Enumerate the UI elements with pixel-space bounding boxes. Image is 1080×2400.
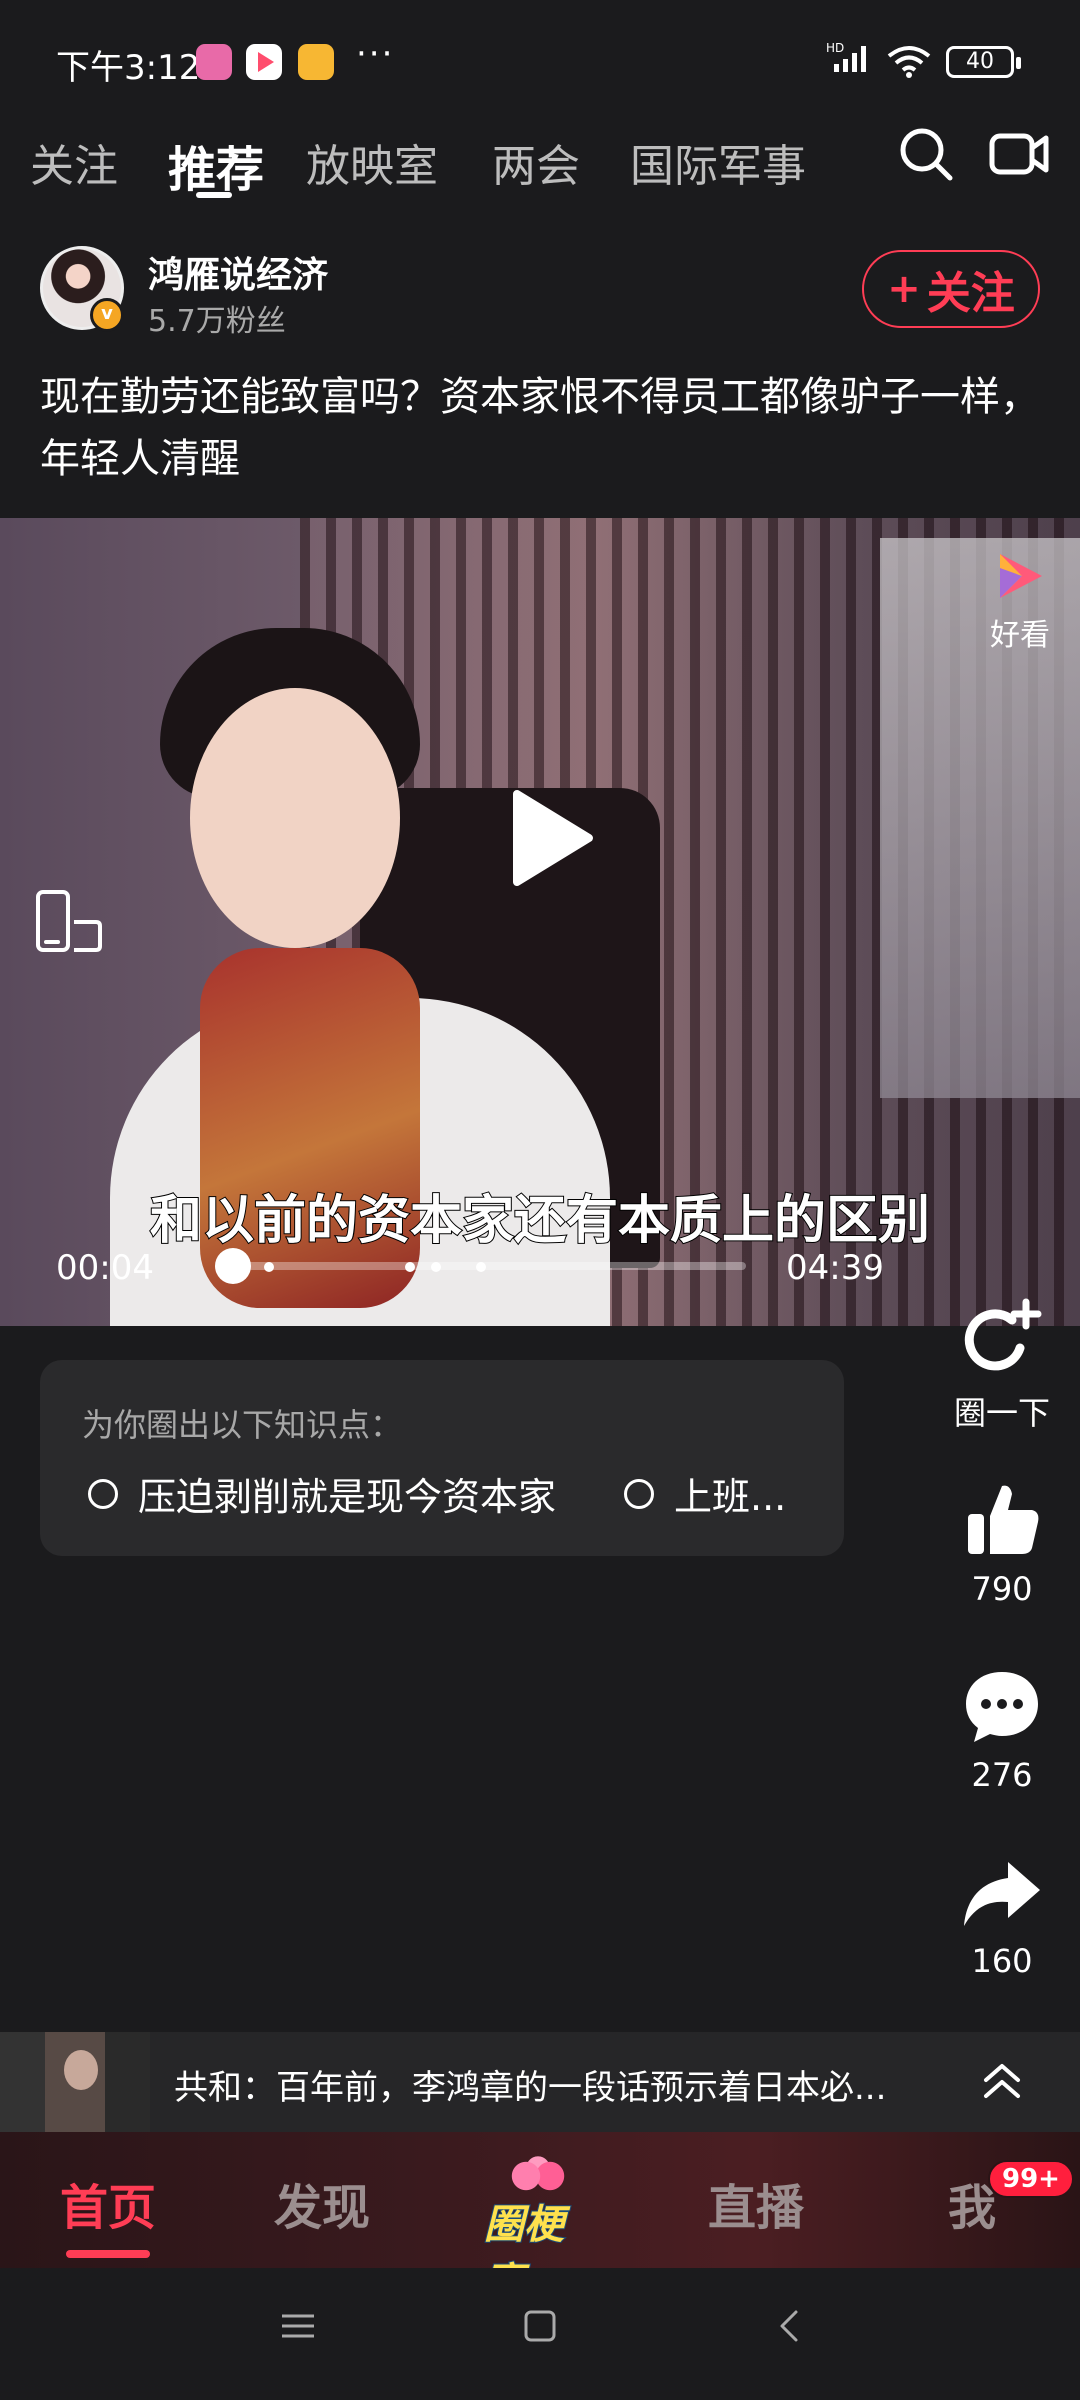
chapter-marker[interactable] — [405, 1262, 415, 1272]
like-count: 790 — [971, 1570, 1033, 1608]
related-video-bar[interactable]: 共和：百年前，李鸿章的一段话预示着日本必... — [0, 2032, 1080, 2132]
follow-button-label: 关注 — [926, 268, 1015, 319]
tab-international-military[interactable]: 国际军事 — [630, 130, 806, 194]
signal-icon: HD — [826, 40, 878, 80]
back-icon[interactable] — [772, 2308, 808, 2348]
knowledge-point-label: 上班... — [674, 1475, 787, 1519]
nav-discover[interactable]: 发现 — [274, 2168, 370, 2238]
chapter-marker[interactable] — [264, 1262, 274, 1272]
video-subtitle: 和以前的资本家还有本质上的区别 — [149, 1190, 931, 1252]
home-icon[interactable] — [522, 2308, 558, 2348]
status-time: 下午3:12 — [56, 48, 201, 88]
haokan-logo: 好看 — [990, 548, 1050, 654]
nav-home[interactable]: 首页 — [60, 2168, 156, 2238]
expand-up-icon[interactable] — [980, 2056, 1024, 2112]
app-notification-icon — [196, 44, 232, 80]
author-name[interactable]: 鸿雁说经济 — [148, 246, 328, 298]
video-camera-icon[interactable] — [988, 124, 1050, 188]
knowledge-point[interactable]: 压迫剥削就是现今资本家 — [88, 1466, 556, 1521]
nav-meme-contest[interactable]: 圈梗赛 — [478, 2152, 598, 2307]
video-frame-face — [190, 688, 400, 948]
author-fans-count: 5.7万粉丝 — [148, 304, 286, 339]
haokan-logo-label: 好看 — [990, 618, 1050, 653]
like-button[interactable]: 790 — [940, 1480, 1064, 1608]
progress-knob[interactable] — [215, 1248, 252, 1284]
tab-follow[interactable]: 关注 — [30, 130, 118, 194]
flower-icon — [508, 2156, 568, 2196]
circle-action-button[interactable]: 圈一下 — [940, 1298, 1064, 1434]
video-app-icon — [246, 44, 282, 80]
related-video-title: 共和：百年前，李鸿章的一段话预示着日本必... — [174, 2068, 887, 2108]
notification-badge: 99+ — [988, 2160, 1074, 2198]
search-icon[interactable] — [896, 124, 956, 188]
comment-count: 276 — [971, 1756, 1033, 1794]
comment-icon — [966, 1672, 1038, 1742]
top-tab-bar: 关注 推荐 放映室 两会 国际军事 — [0, 120, 1080, 216]
comment-button[interactable]: 276 — [940, 1666, 1064, 1794]
share-button[interactable]: 160 — [940, 1856, 1064, 1980]
knowledge-points-card: 为你圈出以下知识点： 压迫剥削就是现今资本家 上班... — [40, 1360, 844, 1556]
nav-live[interactable]: 直播 — [708, 2168, 804, 2238]
share-icon — [964, 1862, 1040, 1926]
wifi-icon — [886, 44, 932, 82]
post-title[interactable]: 现在勤劳还能致富吗？资本家恨不得员工都像驴子一样，年轻人清醒 — [40, 366, 1040, 490]
knowledge-header: 为你圈出以下知识点： — [82, 1406, 403, 1444]
menu-icon[interactable] — [280, 2308, 316, 2348]
progress-track[interactable] — [226, 1262, 746, 1270]
system-navigation-bar — [0, 2268, 1080, 2400]
follow-button[interactable]: + 关注 — [862, 250, 1040, 328]
circle-refresh-icon — [964, 1298, 1042, 1371]
circle-icon — [624, 1478, 654, 1509]
circle-icon — [88, 1478, 118, 1509]
nav-active-indicator — [66, 2250, 150, 2258]
tab-two-sessions[interactable]: 两会 — [492, 130, 580, 194]
chapter-marker[interactable] — [476, 1262, 486, 1272]
network-type: HD — [826, 41, 844, 55]
active-tab-indicator — [196, 192, 232, 198]
video-player[interactable]: 好看 和以前的资本家还有本质上的区别 00:04 04:39 — [0, 518, 1080, 1326]
message-app-icon — [298, 44, 334, 80]
tab-cinema[interactable]: 放映室 — [306, 130, 438, 194]
related-video-thumbnail — [0, 2032, 150, 2132]
tab-recommend[interactable]: 推荐 — [168, 130, 264, 200]
current-time: 00:04 — [56, 1248, 154, 1288]
battery-icon: 40 — [946, 46, 1021, 78]
rotate-screen-icon[interactable] — [34, 888, 104, 962]
verified-badge-icon: v — [90, 298, 124, 332]
knowledge-point-label: 压迫剥削就是现今资本家 — [138, 1475, 557, 1519]
total-time: 04:39 — [786, 1248, 884, 1288]
knowledge-point[interactable]: 上班... — [624, 1466, 786, 1521]
plus-icon: + — [887, 266, 921, 312]
more-notifications-icon: ··· — [356, 34, 395, 74]
chapter-marker[interactable] — [431, 1262, 441, 1272]
play-icon[interactable] — [505, 788, 595, 892]
circle-action-label: 圈一下 — [953, 1394, 1050, 1432]
video-background-window — [880, 538, 1080, 1098]
thumbs-up-icon — [968, 1485, 1039, 1554]
status-bar: 下午3:12 ··· HD 40 — [0, 0, 1080, 110]
bottom-navigation: 首页 发现 圈梗赛 直播 我 99+ — [0, 2132, 1080, 2307]
share-count: 160 — [971, 1942, 1033, 1980]
